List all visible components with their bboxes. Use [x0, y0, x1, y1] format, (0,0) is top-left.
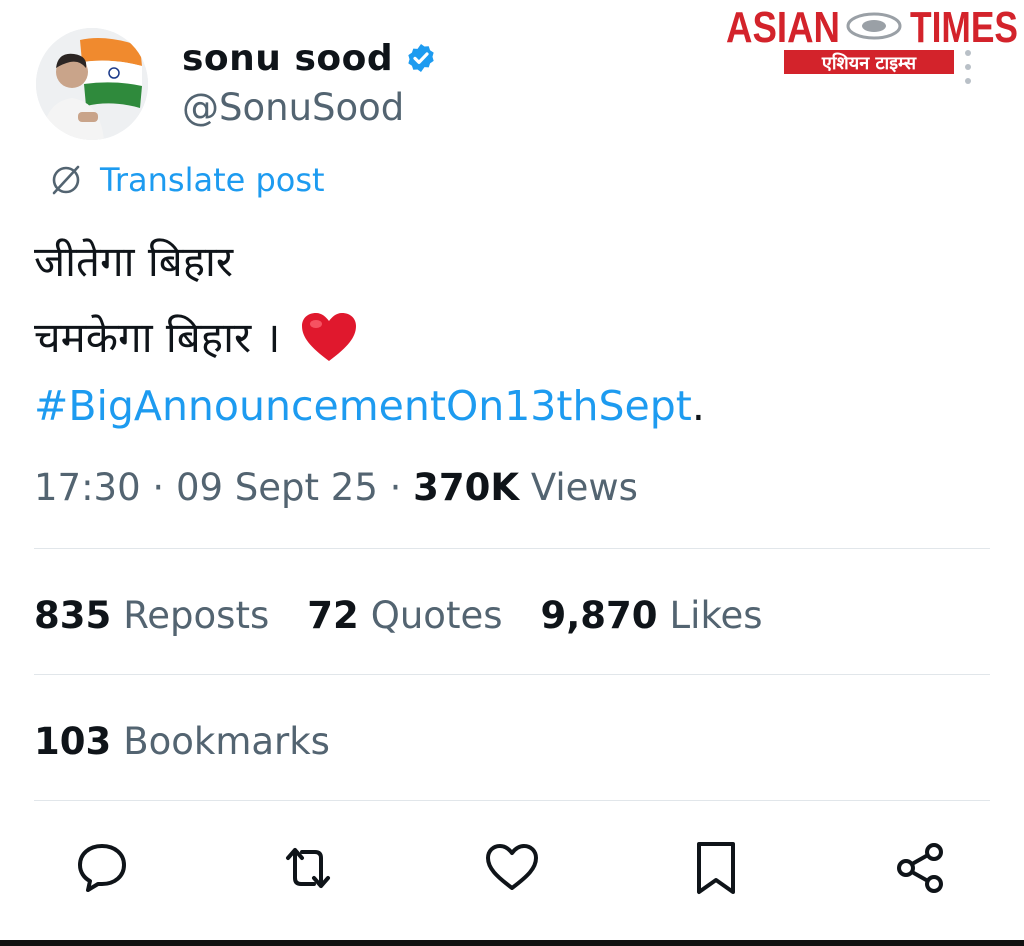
- bookmarks-stat[interactable]: 103 Bookmarks: [34, 720, 330, 763]
- repost-arrows-icon: [286, 848, 330, 888]
- divider: [34, 674, 990, 675]
- divider: [34, 548, 990, 549]
- meta-separator: ·: [389, 466, 402, 509]
- bottom-edge-bar: [0, 940, 1024, 946]
- more-options-icon[interactable]: [958, 50, 978, 94]
- share-button[interactable]: [890, 838, 950, 898]
- engagement-stats: 835 Reposts 72 Quotes 9,870 Likes: [34, 594, 801, 637]
- quotes-label: Quotes: [370, 594, 503, 637]
- author-row: sonu sood: [182, 34, 437, 82]
- hashtag-suffix: .: [691, 382, 705, 430]
- post-hashtag-row: #BigAnnouncementOn13thSept.: [34, 382, 705, 430]
- red-heart-emoji-icon: [302, 312, 357, 361]
- reply-button[interactable]: [72, 838, 132, 898]
- quotes-stat[interactable]: 72 Quotes: [307, 594, 502, 637]
- bookmarks-label: Bookmarks: [123, 720, 330, 763]
- speech-bubble-icon: [78, 844, 126, 892]
- repost-button[interactable]: [278, 838, 338, 898]
- svg-text:ASIAN: ASIAN: [726, 3, 840, 52]
- post-text-line-1: जीतेगा बिहार: [34, 237, 234, 286]
- like-button[interactable]: [482, 838, 542, 898]
- bookmarks-count: 103: [34, 720, 112, 763]
- post-time[interactable]: 17:30: [34, 466, 141, 509]
- bookmark-icon: [697, 842, 735, 894]
- post-text-line-2: चमकेगा बिहार ।: [34, 308, 358, 365]
- translate-post-label: Translate post: [100, 161, 325, 199]
- share-nodes-icon: [897, 843, 943, 893]
- views-label: Views: [530, 466, 638, 509]
- reposts-count: 835: [34, 594, 112, 637]
- avatar-image: [36, 28, 148, 140]
- logo-subtext: एशियन टाइम्स: [821, 52, 917, 74]
- reposts-label: Reposts: [123, 594, 270, 637]
- hashtag-link[interactable]: #BigAnnouncementOn13thSept: [34, 382, 692, 430]
- likes-stat[interactable]: 9,870 Likes: [541, 594, 763, 637]
- meta-separator: ·: [152, 466, 165, 509]
- author-name[interactable]: sonu sood: [182, 38, 393, 79]
- svg-text:TIMES: TIMES: [910, 3, 1018, 52]
- action-bar: [0, 838, 1024, 908]
- avatar[interactable]: [36, 28, 148, 140]
- post-text-line-2-text: चमकेगा बिहार ।: [34, 313, 281, 362]
- author-handle[interactable]: @SonuSood: [182, 86, 404, 129]
- heart-outline-icon: [486, 844, 538, 890]
- bookmark-button[interactable]: [686, 838, 746, 898]
- views-count: 370K: [413, 466, 520, 509]
- translate-globe-icon: [52, 165, 80, 195]
- divider: [34, 800, 990, 801]
- verified-badge-icon: [408, 44, 434, 72]
- likes-label: Likes: [669, 594, 763, 637]
- likes-count: 9,870: [540, 594, 658, 637]
- translate-post-link[interactable]: Translate post: [46, 160, 325, 200]
- post-date[interactable]: 09 Sept 25: [176, 466, 378, 509]
- reposts-stat[interactable]: 835 Reposts: [34, 594, 269, 637]
- quotes-count: 72: [307, 594, 359, 637]
- post-meta: 17:30 · 09 Sept 25 · 370K Views: [34, 466, 638, 509]
